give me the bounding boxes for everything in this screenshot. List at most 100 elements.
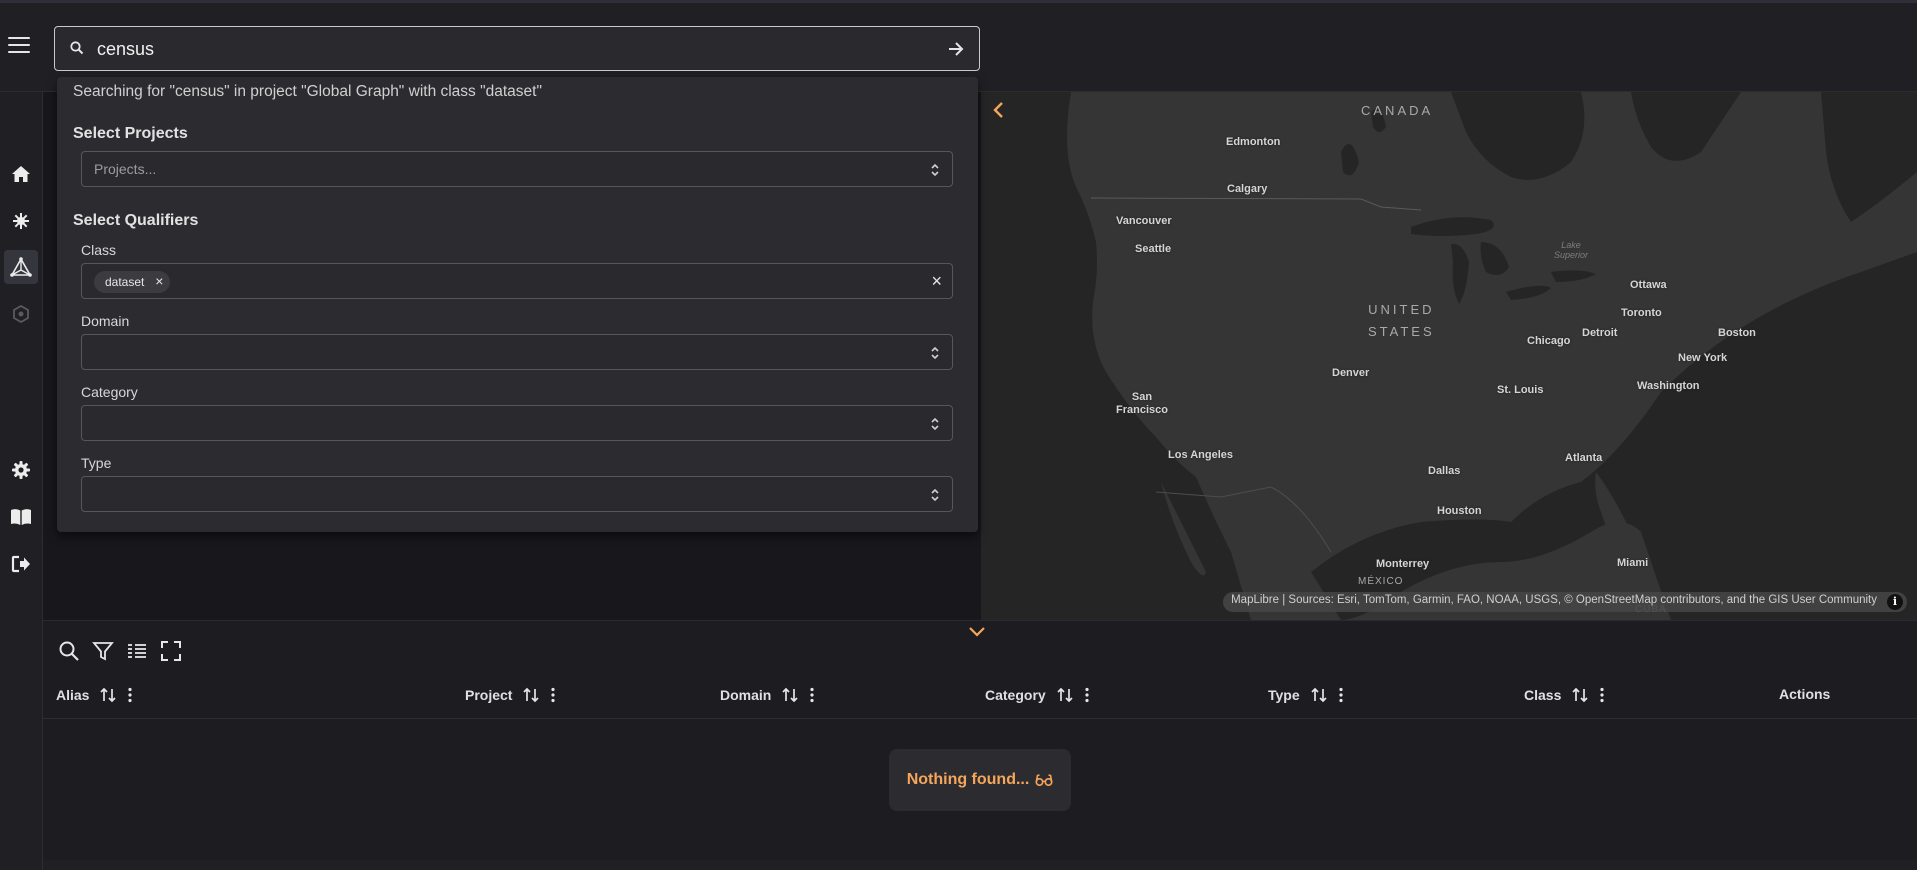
search-icon: [70, 41, 84, 55]
category-label: Category: [81, 384, 138, 400]
chevron-left-icon[interactable]: [989, 100, 1009, 120]
column-header-actions: Actions: [1779, 686, 1830, 702]
map-city-label: Calgary: [1227, 183, 1268, 195]
chevron-updown-icon: [931, 346, 939, 360]
info-icon[interactable]: i: [1887, 594, 1903, 610]
sort-icon[interactable]: [1571, 686, 1589, 704]
column-label: Actions: [1779, 686, 1831, 702]
results-panel: Alias Project Domain Category Type Class: [43, 620, 1917, 870]
class-select[interactable]: dataset × ×: [81, 263, 953, 299]
map-city-label: Washington: [1637, 380, 1700, 392]
map-city-label: Ottawa: [1630, 279, 1667, 291]
column-header-project[interactable]: Project: [465, 686, 556, 704]
map-city-label: Miami: [1617, 557, 1649, 569]
map-label-canada: CANADA: [1361, 103, 1434, 118]
gear-icon[interactable]: [4, 453, 38, 487]
column-label: Domain: [720, 687, 772, 703]
sort-icon[interactable]: [99, 686, 117, 704]
column-label: Project: [465, 687, 513, 703]
column-header-domain[interactable]: Domain: [720, 686, 815, 704]
glasses-icon: [1035, 774, 1053, 787]
column-header-class[interactable]: Class: [1524, 686, 1605, 704]
chevron-updown-icon: [931, 417, 939, 431]
map-city-label: Vancouver: [1116, 215, 1172, 227]
map-city-label: Seattle: [1135, 243, 1172, 255]
attribution-text: MapLibre | Sources: Esri, TomTom, Garmin…: [1231, 594, 1877, 606]
chevron-updown-icon: [931, 163, 939, 177]
map-view[interactable]: CANADA UNITEDSTATES MÉXICO CUBA LakeSupe…: [981, 92, 1917, 620]
map-city-label: Monterrey: [1376, 558, 1430, 570]
sort-icon[interactable]: [1310, 686, 1328, 704]
map-city-label: Toronto: [1621, 307, 1662, 319]
column-header-alias[interactable]: Alias: [56, 686, 133, 704]
sidebar: [0, 92, 43, 870]
class-label: Class: [81, 242, 117, 258]
more-vertical-icon[interactable]: [1084, 686, 1090, 704]
column-label: Alias: [56, 687, 90, 703]
filter-icon[interactable]: [91, 639, 115, 663]
sort-icon[interactable]: [1056, 686, 1074, 704]
search-summary: Searching for "census" in project "Globa…: [73, 83, 542, 100]
hexagon-icon[interactable]: [4, 297, 38, 331]
clear-icon[interactable]: ×: [931, 271, 942, 292]
map-city-label: Atlanta: [1565, 452, 1603, 464]
book-icon[interactable]: [4, 500, 38, 534]
map-city-label: Boston: [1718, 327, 1756, 339]
domain-label: Domain: [81, 313, 130, 329]
more-vertical-icon[interactable]: [809, 686, 815, 704]
sort-icon[interactable]: [781, 686, 799, 704]
domain-select[interactable]: [81, 334, 953, 370]
map-city-label: New York: [1678, 352, 1728, 364]
projects-placeholder: Projects...: [94, 161, 157, 177]
chip-close-icon[interactable]: ×: [155, 273, 163, 289]
chevron-down-icon[interactable]: [968, 625, 986, 639]
fullscreen-icon[interactable]: [159, 639, 183, 663]
search-dropdown-panel: Searching for "census" in project "Globa…: [57, 77, 978, 532]
burst-icon[interactable]: [4, 204, 38, 238]
map-attribution: MapLibre | Sources: Esri, TomTom, Garmin…: [1223, 592, 1907, 612]
column-label: Class: [1524, 687, 1562, 703]
search-icon[interactable]: [57, 639, 81, 663]
map-city-label: Chicago: [1527, 335, 1571, 347]
empty-state-message: Nothing found...: [889, 749, 1071, 811]
map-city-label: St. Louis: [1497, 384, 1544, 396]
map-city-label: Dallas: [1428, 465, 1461, 477]
logout-icon[interactable]: [4, 547, 38, 581]
map-city-label: Edmonton: [1226, 136, 1281, 148]
search-input[interactable]: [97, 35, 917, 63]
map-city-label: Denver: [1332, 367, 1370, 379]
search-box[interactable]: [54, 26, 980, 71]
more-vertical-icon[interactable]: [550, 686, 556, 704]
map-city-label: Houston: [1437, 505, 1482, 517]
chevron-updown-icon: [931, 488, 939, 502]
arrow-right-icon[interactable]: [945, 38, 967, 60]
menu-icon[interactable]: [8, 37, 30, 55]
class-chip[interactable]: dataset ×: [94, 271, 171, 293]
home-icon[interactable]: [4, 157, 38, 191]
type-label: Type: [81, 455, 112, 471]
column-label: Category: [985, 687, 1046, 703]
columns-icon[interactable]: [125, 639, 149, 663]
select-projects-heading: Select Projects: [73, 125, 188, 142]
column-header-category[interactable]: Category: [985, 686, 1090, 704]
map-city-label: San Francisco: [1116, 391, 1168, 416]
column-label: Type: [1268, 687, 1300, 703]
category-select[interactable]: [81, 405, 953, 441]
map-land-layer: [981, 92, 1917, 620]
column-header-type[interactable]: Type: [1268, 686, 1344, 704]
map-city-label: Los Angeles: [1168, 449, 1233, 461]
type-select[interactable]: [81, 476, 953, 512]
table-header-row: Alias Project Domain Category Type Class: [43, 673, 1917, 719]
map-city-label: Detroit: [1582, 327, 1618, 339]
sort-icon[interactable]: [522, 686, 540, 704]
map-label-usa: UNITED STATES: [1368, 302, 1435, 339]
more-vertical-icon[interactable]: [1338, 686, 1344, 704]
select-qualifiers-heading: Select Qualifiers: [73, 212, 199, 229]
more-vertical-icon[interactable]: [127, 686, 133, 704]
projects-select[interactable]: Projects...: [81, 151, 953, 187]
more-vertical-icon[interactable]: [1599, 686, 1605, 704]
graph-icon[interactable]: [4, 250, 38, 284]
map-label-lake-superior: Lake Superior: [1554, 240, 1589, 260]
map-label-mexico: MÉXICO: [1358, 576, 1404, 587]
empty-state-text: Nothing found...: [906, 771, 1030, 788]
